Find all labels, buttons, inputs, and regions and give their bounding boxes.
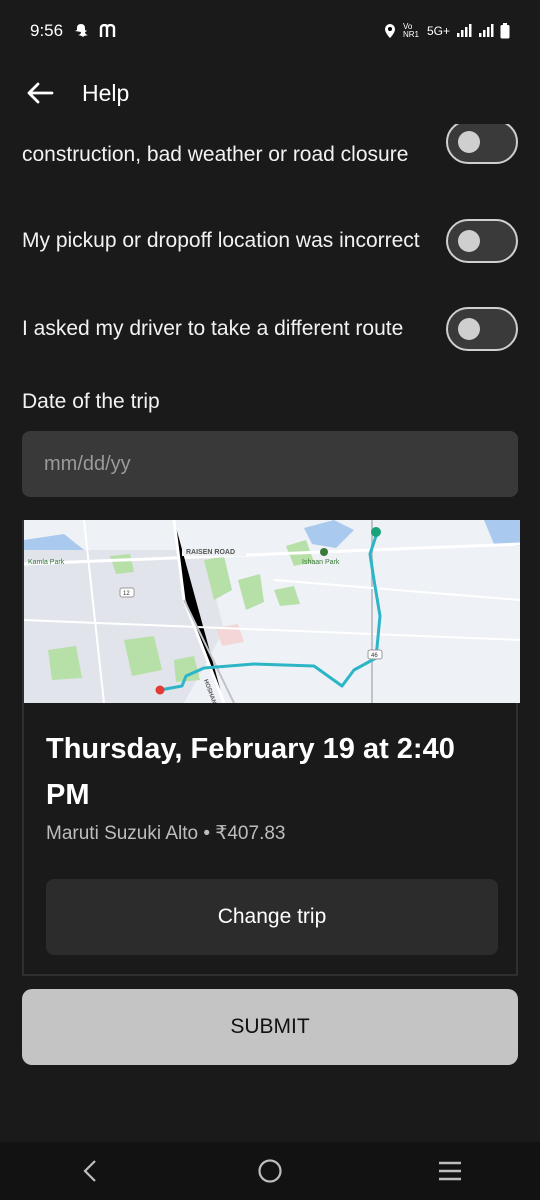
back-button[interactable] — [24, 77, 56, 109]
toggle-label: My pickup or dropoff location was incorr… — [22, 229, 420, 252]
signal-strength-icon-1 — [456, 24, 472, 38]
nav-back-button[interactable] — [60, 1142, 120, 1200]
trip-card: RAISEN ROAD Kamla Park Ishaan Park 12 46… — [22, 520, 520, 976]
signal-strength-icon-2 — [478, 24, 494, 38]
toggle-row-different-route[interactable]: I asked my driver to take a different ro… — [22, 298, 518, 360]
volte-indicator: Vo NR1 — [402, 22, 419, 39]
chevron-left-icon — [83, 1160, 96, 1182]
snapchat-icon — [73, 23, 89, 39]
submit-button[interactable]: SUBMIT — [22, 989, 518, 1065]
different-route-toggle[interactable] — [446, 307, 518, 351]
map-park-left: Kamla Park — [28, 559, 65, 566]
app-bar: Help — [0, 62, 540, 124]
map-road-label: RAISEN ROAD — [186, 549, 235, 556]
map-shield-46: 46 — [371, 653, 378, 659]
road-closure-toggle[interactable] — [446, 124, 518, 164]
menu-lines-icon — [439, 1161, 461, 1181]
nav-recents-button[interactable] — [420, 1142, 480, 1200]
trip-datetime: Thursday, February 19 at 2:40 PM — [46, 733, 455, 811]
toggle-row-location-incorrect[interactable]: My pickup or dropoff location was incorr… — [22, 210, 518, 272]
system-nav-bar — [0, 1142, 540, 1200]
location-icon — [383, 23, 397, 39]
page-title: Help — [82, 79, 130, 106]
messaging-app-icon — [99, 24, 117, 38]
arrow-left-icon — [27, 82, 54, 104]
circle-home-icon — [258, 1159, 282, 1183]
trip-route-map: RAISEN ROAD Kamla Park Ishaan Park 12 46… — [24, 520, 520, 703]
location-incorrect-toggle[interactable] — [446, 219, 518, 263]
trip-vehicle-fare: Maruti Suzuki Alto • ₹407.83 — [46, 823, 286, 844]
trip-date-input[interactable]: mm/dd/yy — [22, 431, 518, 497]
toggle-knob — [458, 131, 480, 153]
help-form[interactable]: construction, bad weather or road closur… — [0, 124, 540, 1142]
toggle-knob — [458, 318, 480, 340]
toggle-row-road-closure[interactable]: construction, bad weather or road closur… — [22, 124, 518, 186]
date-label: Date of the trip — [22, 390, 160, 413]
change-trip-button[interactable]: Change trip — [46, 879, 498, 955]
toggle-label: I asked my driver to take a different ro… — [22, 317, 404, 340]
map-park-right: Ishaan Park — [302, 559, 340, 566]
network-type: 5G+ — [426, 24, 450, 38]
toggle-label: construction, bad weather or road closur… — [22, 143, 409, 166]
status-time: 9:56 — [30, 21, 64, 40]
battery-icon — [500, 23, 510, 39]
status-bar: 9:56 Vo NR1 5G+ — [0, 0, 540, 62]
nav-home-button[interactable] — [240, 1142, 300, 1200]
map-shield-12: 12 — [123, 591, 130, 597]
toggle-knob — [458, 230, 480, 252]
